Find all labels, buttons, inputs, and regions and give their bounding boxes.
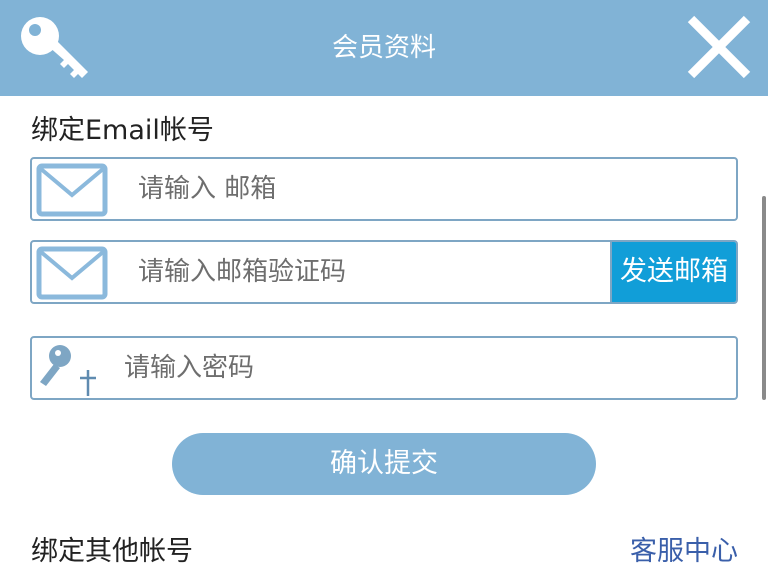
email-input[interactable] [138,159,608,219]
password-input[interactable] [124,338,594,398]
envelope-icon [36,246,108,300]
bind-other-accounts-heading: 绑定其他帐号 [31,536,193,567]
key-add-icon [40,345,96,396]
page-title: 会员资料 [331,33,436,63]
envelope-icon [36,163,108,217]
send-email-button[interactable]: 发送邮箱 [610,242,736,302]
email-field [30,157,738,221]
customer-service-link[interactable]: 客服中心 [630,529,738,568]
email-code-input[interactable] [138,242,608,302]
header-bar: 会员资料 [0,0,768,96]
password-field [30,336,738,400]
email-code-field: 发送邮箱 [30,240,738,304]
submit-button[interactable]: 确认提交 [172,433,596,495]
bind-email-heading: 绑定Email帐号 [31,115,214,146]
scrollbar[interactable] [762,196,766,400]
close-icon[interactable] [686,14,752,80]
